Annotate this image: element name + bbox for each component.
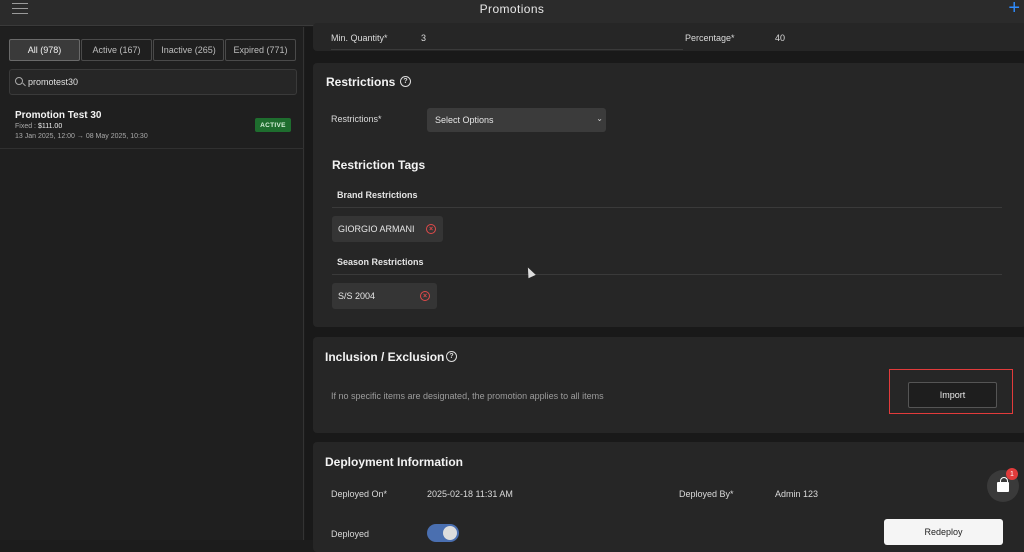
promotion-type-label: Fixed :	[15, 123, 38, 130]
deployed-on-label: Deployed On*	[331, 489, 388, 499]
promotion-dates: 13 Jan 2025, 12:00 → 08 May 2025, 10:30	[15, 133, 148, 140]
add-promotion-icon[interactable]: +	[1008, 0, 1020, 20]
brand-tag: GIORGIO ARMANI ×	[332, 216, 443, 242]
deployed-by-label: Deployed By*	[679, 489, 734, 499]
search-icon	[15, 77, 23, 85]
restrictions-select-value: Select Options	[435, 115, 494, 125]
import-button[interactable]: Import	[908, 382, 997, 408]
inclusion-exclusion-card: Inclusion / Exclusion ? If no specific i…	[313, 337, 1024, 433]
promotion-name: Promotion Test 30	[15, 110, 102, 121]
chevron-down-icon: ⌄	[596, 114, 603, 123]
discount-card: Min. Quantity* 3 Percentage* 40	[313, 23, 1024, 51]
redeploy-button[interactable]: Redeploy	[884, 519, 1003, 545]
season-tag-label: S/S 2004	[338, 291, 376, 301]
min-quantity-value: 3	[421, 33, 427, 43]
search-input[interactable]: promotest30	[9, 69, 297, 95]
percentage-label: Percentage*	[685, 33, 735, 43]
search-value: promotest30	[28, 77, 79, 87]
tab-expired[interactable]: Expired (771)	[225, 39, 296, 61]
promotion-detail-panel: Min. Quantity* 3 Percentage* 40 Restrict…	[305, 23, 1024, 552]
restriction-tags-heading: Restriction Tags	[332, 158, 426, 172]
restrictions-heading: Restrictions	[326, 75, 396, 89]
tab-all[interactable]: All (978)	[9, 39, 80, 61]
deployed-by-value: Admin 123	[775, 489, 819, 499]
divider	[331, 49, 683, 50]
promotion-amount: $111.00	[37, 123, 63, 130]
min-quantity-label: Min. Quantity*	[331, 33, 388, 43]
inclusion-note: If no specific items are designated, the…	[331, 391, 604, 401]
shopping-bag-icon	[997, 477, 1009, 492]
deployed-toggle[interactable]	[427, 524, 459, 542]
restrictions-select[interactable]: Select Options ⌄	[427, 108, 606, 132]
season-restrictions-heading: Season Restrictions	[337, 257, 424, 267]
restrictions-field-label: Restrictions*	[331, 114, 382, 124]
promotion-amount-line: Fixed : $111.00	[15, 123, 62, 130]
filter-tabs: All (978) Active (167) Inactive (265) Ex…	[9, 39, 297, 61]
cart-button[interactable]: 1	[987, 468, 1019, 502]
season-tag: S/S 2004 ×	[332, 283, 437, 309]
help-icon[interactable]: ?	[400, 76, 411, 87]
percentage-value: 40	[775, 33, 786, 43]
list-item[interactable]: Promotion Test 30 Fixed : $111.00 13 Jan…	[0, 107, 304, 149]
deployment-heading: Deployment Information	[325, 455, 464, 469]
promotion-list-panel: All (978) Active (167) Inactive (265) Ex…	[0, 27, 304, 540]
brand-tag-label: GIORGIO ARMANI	[338, 224, 415, 234]
status-badge: ACTIVE	[255, 118, 291, 132]
remove-tag-icon[interactable]: ×	[420, 291, 430, 301]
deployed-on-value: 2025-02-18 11:31 AM	[427, 489, 513, 499]
remove-tag-icon[interactable]: ×	[426, 224, 436, 234]
divider	[332, 207, 1002, 208]
tab-inactive[interactable]: Inactive (265)	[153, 39, 224, 61]
deployment-card: Deployment Information Deployed On* 2025…	[313, 442, 1024, 552]
deployed-label: Deployed	[331, 529, 370, 539]
brand-restrictions-heading: Brand Restrictions	[337, 190, 418, 200]
divider	[332, 274, 1002, 275]
inclusion-exclusion-heading: Inclusion / Exclusion	[325, 350, 445, 364]
tab-active[interactable]: Active (167)	[81, 39, 152, 61]
restrictions-card: Restrictions ? Restrictions* Select Opti…	[313, 63, 1024, 327]
help-icon[interactable]: ?	[446, 351, 457, 362]
cart-count-badge: 1	[1006, 468, 1018, 480]
page-title: Promotions	[479, 2, 545, 16]
